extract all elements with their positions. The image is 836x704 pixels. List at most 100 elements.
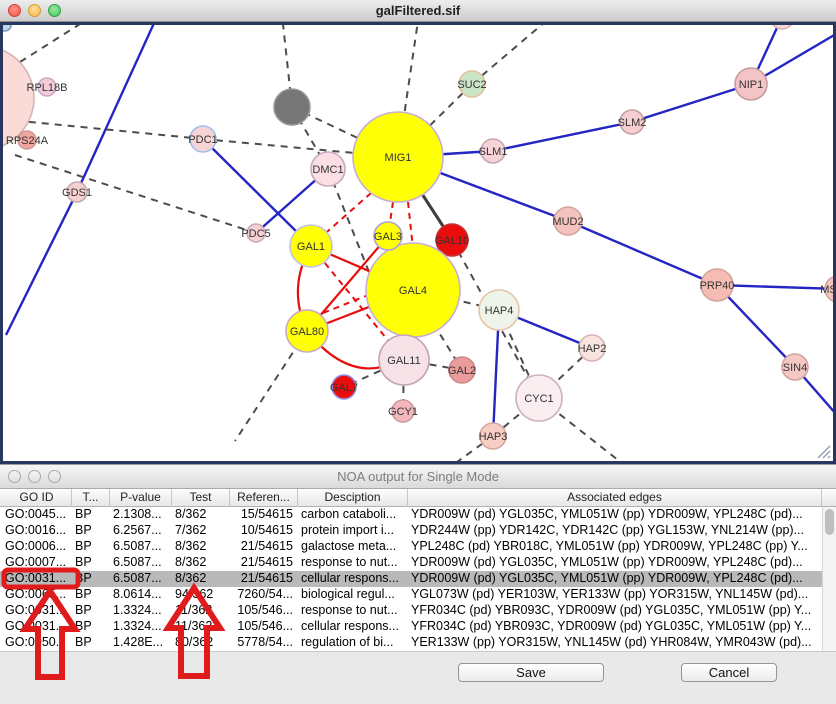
table-cell[interactable]: cellular respons... xyxy=(298,619,408,635)
table-cell[interactable]: YDR009W (pd) YGL035C, YML051W (pp) YDR00… xyxy=(408,571,822,587)
table-cell[interactable]: GO:0031... xyxy=(2,619,72,635)
node-MUD2[interactable]: MUD2 xyxy=(552,207,583,235)
node-GAL1[interactable]: GAL1 xyxy=(290,225,332,267)
table-cell[interactable]: 5778/54... xyxy=(230,635,298,651)
scrollbar-thumb[interactable] xyxy=(825,509,834,535)
network-node[interactable] xyxy=(770,25,794,29)
table-cell[interactable]: protein import i... xyxy=(298,523,408,539)
node-RPL18B[interactable]: RPL18B xyxy=(27,78,68,96)
network-edge[interactable] xyxy=(717,285,795,367)
table-cell[interactable]: 1.3324... xyxy=(110,603,172,619)
network-graph[interactable]: RPL18BRPS24AGDS1PDC1PDC5DMC1SLM1SUC2NIP1… xyxy=(3,25,833,461)
table-cell[interactable]: 8/362 xyxy=(172,539,230,555)
resize-grip-icon[interactable] xyxy=(814,442,832,460)
table-cell[interactable]: response to nut... xyxy=(298,555,408,571)
node-NIP1[interactable]: NIP1 xyxy=(735,68,767,100)
table-row[interactable]: GO:0065...BP8.0614...94/3627260/54...bio… xyxy=(0,587,822,603)
network-node[interactable] xyxy=(3,25,11,31)
node-PDC1[interactable]: PDC1 xyxy=(188,126,217,152)
table-cell[interactable]: GO:0031... xyxy=(2,603,72,619)
node-PDC5[interactable]: PDC5 xyxy=(241,224,270,242)
table-cell[interactable]: GO:0050... xyxy=(2,635,72,651)
network-edge[interactable] xyxy=(472,25,545,84)
node-GCY1[interactable]: GCY1 xyxy=(388,400,418,422)
table-cell[interactable]: 2.1308... xyxy=(110,507,172,523)
table-row[interactable]: GO:0016...BP6.2567...7/36210/54615protei… xyxy=(0,523,822,539)
table-row[interactable]: GO:0031...BP1.3324...11/362105/546...cel… xyxy=(0,619,822,635)
column-header-go-id[interactable]: GO ID xyxy=(2,489,72,507)
table-cell[interactable]: BP xyxy=(72,603,110,619)
node-PRP40[interactable]: PRP40 xyxy=(700,269,735,301)
table-cell[interactable]: 7260/54... xyxy=(230,587,298,603)
node-GAL11[interactable]: GAL11 xyxy=(379,335,429,385)
network-node[interactable] xyxy=(274,89,310,125)
node-GAL2[interactable]: GAL2 xyxy=(448,357,476,383)
network-edge[interactable] xyxy=(632,84,751,122)
table-cell[interactable]: galactose meta... xyxy=(298,539,408,555)
node-HAP2[interactable]: HAP2 xyxy=(578,335,607,361)
table-cell[interactable]: 1.428E... xyxy=(110,635,172,651)
network-canvas[interactable]: RPL18BRPS24AGDS1PDC1PDC5DMC1SLM1SUC2NIP1… xyxy=(0,22,836,464)
table-cell[interactable]: 6.5087... xyxy=(110,539,172,555)
table-cell[interactable]: YDR244W (pp) YDR142C, YDR142C (pp) YGL15… xyxy=(408,523,822,539)
node-GDS1[interactable]: GDS1 xyxy=(62,182,92,202)
table-cell[interactable]: 10/54615 xyxy=(230,523,298,539)
node-HAP3[interactable]: HAP3 xyxy=(479,423,508,449)
table-cell[interactable]: 8/362 xyxy=(172,507,230,523)
table-cell[interactable]: 11/362 xyxy=(172,619,230,635)
table-cell[interactable]: BP xyxy=(72,555,110,571)
table-cell[interactable]: 6.5087... xyxy=(110,555,172,571)
table-cell[interactable]: 6.5087... xyxy=(110,571,172,587)
vertical-scrollbar[interactable] xyxy=(822,507,836,651)
table-cell[interactable]: regulation of bi... xyxy=(298,635,408,651)
node-MIG1[interactable]: MIG1 xyxy=(353,112,443,202)
node-CYC1[interactable]: CYC1 xyxy=(516,375,562,421)
column-header-t-[interactable]: T... xyxy=(72,489,110,507)
table-cell[interactable]: BP xyxy=(72,635,110,651)
table-cell[interactable]: BP xyxy=(72,587,110,603)
save-button[interactable]: Save xyxy=(458,663,604,682)
column-header-associated-edges[interactable]: Associated edges xyxy=(408,489,822,507)
table-cell[interactable]: 21/54615 xyxy=(230,571,298,587)
table-cell[interactable]: GO:0006... xyxy=(2,539,72,555)
table-cell[interactable]: 105/546... xyxy=(230,603,298,619)
table-row[interactable]: GO:0050...BP1.428E...80/3625778/54...reg… xyxy=(0,635,822,651)
network-edge[interactable] xyxy=(77,25,160,192)
table-cell[interactable]: YFR034C (pd) YBR093C, YDR009W (pd) YGL03… xyxy=(408,619,822,635)
table-cell[interactable]: YDR009W (pd) YGL035C, YML051W (pp) YDR00… xyxy=(408,507,822,523)
table-cell[interactable]: GO:0031... xyxy=(2,571,72,587)
table-cell[interactable]: 105/546... xyxy=(230,619,298,635)
table-cell[interactable]: 7/362 xyxy=(172,523,230,539)
table-cell[interactable]: 21/54615 xyxy=(230,555,298,571)
table-cell[interactable]: GO:0065... xyxy=(2,587,72,603)
table-cell[interactable]: 80/362 xyxy=(172,635,230,651)
network-edge[interactable] xyxy=(15,155,256,233)
column-header-desciption[interactable]: Desciption xyxy=(298,489,408,507)
table-cell[interactable]: 6.2567... xyxy=(110,523,172,539)
table-cell[interactable]: YER133W (pp) YOR315W, YNL145W (pd) YHR08… xyxy=(408,635,822,651)
network-edge[interactable] xyxy=(20,25,80,62)
table-cell[interactable]: 8/362 xyxy=(172,555,230,571)
table-cell[interactable]: cellular respons... xyxy=(298,571,408,587)
table-cell[interactable]: BP xyxy=(72,539,110,555)
column-header-test[interactable]: Test xyxy=(172,489,230,507)
table-cell[interactable]: response to nut... xyxy=(298,603,408,619)
table-cell[interactable]: GO:0016... xyxy=(2,523,72,539)
network-edge[interactable] xyxy=(493,122,632,151)
table-cell[interactable]: carbon cataboli... xyxy=(298,507,408,523)
table-cell[interactable]: YDR009W (pd) YGL035C, YML051W (pp) YDR00… xyxy=(408,555,822,571)
table-row[interactable]: GO:0031...BP1.3324...11/362105/546...res… xyxy=(0,603,822,619)
node-SLM2[interactable]: SLM2 xyxy=(618,110,647,134)
table-cell[interactable]: BP xyxy=(72,571,110,587)
table-cell[interactable]: 1.3324... xyxy=(110,619,172,635)
node-GAL80[interactable]: GAL80 xyxy=(286,310,328,352)
table-row[interactable]: GO:0007...BP6.5087...8/36221/54615respon… xyxy=(0,555,822,571)
column-header-referen-[interactable]: Referen... xyxy=(230,489,298,507)
column-header-p-value[interactable]: P-value xyxy=(110,489,172,507)
table-cell[interactable]: YPL248C (pd) YBR018C, YML051W (pp) YDR00… xyxy=(408,539,822,555)
table-cell[interactable]: BP xyxy=(72,523,110,539)
node-SLM1[interactable]: SLM1 xyxy=(479,139,508,163)
network-edge[interactable] xyxy=(6,192,77,335)
cancel-button[interactable]: Cancel xyxy=(681,663,777,682)
table-cell[interactable]: 94/362 xyxy=(172,587,230,603)
